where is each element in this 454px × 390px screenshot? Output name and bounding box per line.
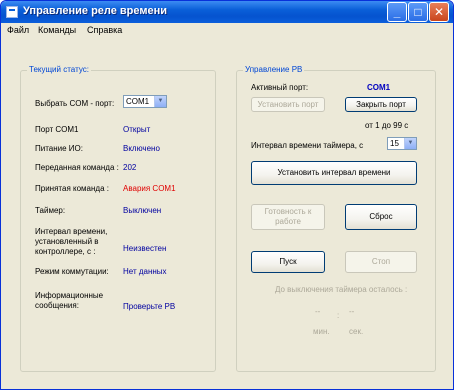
countdown-label: До выключения таймера осталось :	[275, 285, 408, 294]
menu-bar: Файл Команды Справка	[1, 23, 453, 39]
com-port-select[interactable]: COM1 ▼	[123, 95, 167, 108]
title-bar[interactable]: Управление реле времени _ □ ✕	[1, 1, 453, 23]
com-port-label: Выбрать COM - порт:	[35, 99, 115, 108]
switching-mode-label: Режим коммутации:	[35, 267, 109, 276]
interval-select[interactable]: 15 ▼	[387, 137, 417, 150]
com-port-value: COM1	[126, 97, 150, 106]
timer-label: Таймер:	[35, 206, 66, 215]
seconds-unit: сек.	[349, 327, 364, 336]
client-area: Текущий статус: Выбрать COM - порт: COM1…	[4, 40, 450, 388]
active-port-value: COM1	[367, 83, 391, 92]
open-port-button[interactable]: Установить порт	[251, 97, 325, 112]
countdown-separator: :	[337, 311, 340, 320]
control-group: Управление РВ Активный порт: COM1 Устано…	[236, 65, 436, 372]
interval-range-text: от 1 до 99 с	[365, 121, 409, 130]
set-interval-button[interactable]: Установить интервал времени	[251, 161, 417, 185]
status-group-title: Текущий статус:	[27, 65, 91, 74]
menu-file[interactable]: Файл	[7, 25, 29, 35]
sent-command-label: Переданная команда :	[35, 163, 119, 172]
port-status-label: Порт COM1	[35, 125, 79, 134]
countdown-seconds: --	[349, 307, 355, 316]
interval-label: Интервал времени таймера, с	[251, 141, 364, 150]
info-messages-value: Проверьте РВ	[123, 302, 176, 311]
menu-help[interactable]: Справка	[87, 25, 122, 35]
close-port-button[interactable]: Закрыть порт	[345, 97, 417, 112]
minimize-button[interactable]: _	[387, 2, 407, 22]
close-button[interactable]: ✕	[429, 2, 449, 22]
app-window: Управление реле времени _ □ ✕ Файл Коман…	[0, 0, 454, 390]
reset-button[interactable]: Сброс	[345, 204, 417, 230]
received-command-label: Принятая команда :	[35, 184, 109, 193]
controller-interval-label: Интервал времени, установленный в контро…	[35, 227, 108, 256]
chevron-down-icon[interactable]: ▼	[154, 96, 166, 107]
controller-interval-value: Неизвестен	[123, 244, 167, 253]
ready-button[interactable]: Готовность к работе	[251, 204, 325, 230]
received-command-value: Авария COM1	[123, 184, 176, 193]
chevron-down-icon[interactable]: ▼	[404, 138, 416, 149]
interval-value: 15	[390, 139, 399, 148]
port-status-value: Открыт	[123, 125, 151, 134]
start-button[interactable]: Пуск	[251, 251, 325, 273]
maximize-button[interactable]: □	[408, 2, 428, 22]
active-port-label: Активный порт:	[251, 83, 309, 92]
power-value: Включено	[123, 144, 160, 153]
power-label: Питание ИО:	[35, 144, 83, 153]
status-group: Текущий статус: Выбрать COM - порт: COM1…	[20, 65, 216, 372]
countdown-minutes: --	[315, 307, 321, 316]
control-group-title: Управление РВ	[243, 65, 305, 74]
info-messages-label: Информационные сообщения:	[35, 291, 104, 310]
timer-value: Выключен	[123, 206, 162, 215]
app-icon	[6, 6, 18, 18]
sent-command-value: 202	[123, 163, 137, 172]
stop-button[interactable]: Стоп	[345, 251, 417, 273]
menu-commands[interactable]: Команды	[38, 25, 76, 35]
switching-mode-value: Нет данных	[123, 267, 167, 276]
window-title: Управление реле времени	[23, 5, 168, 17]
minutes-unit: мин.	[313, 327, 330, 336]
